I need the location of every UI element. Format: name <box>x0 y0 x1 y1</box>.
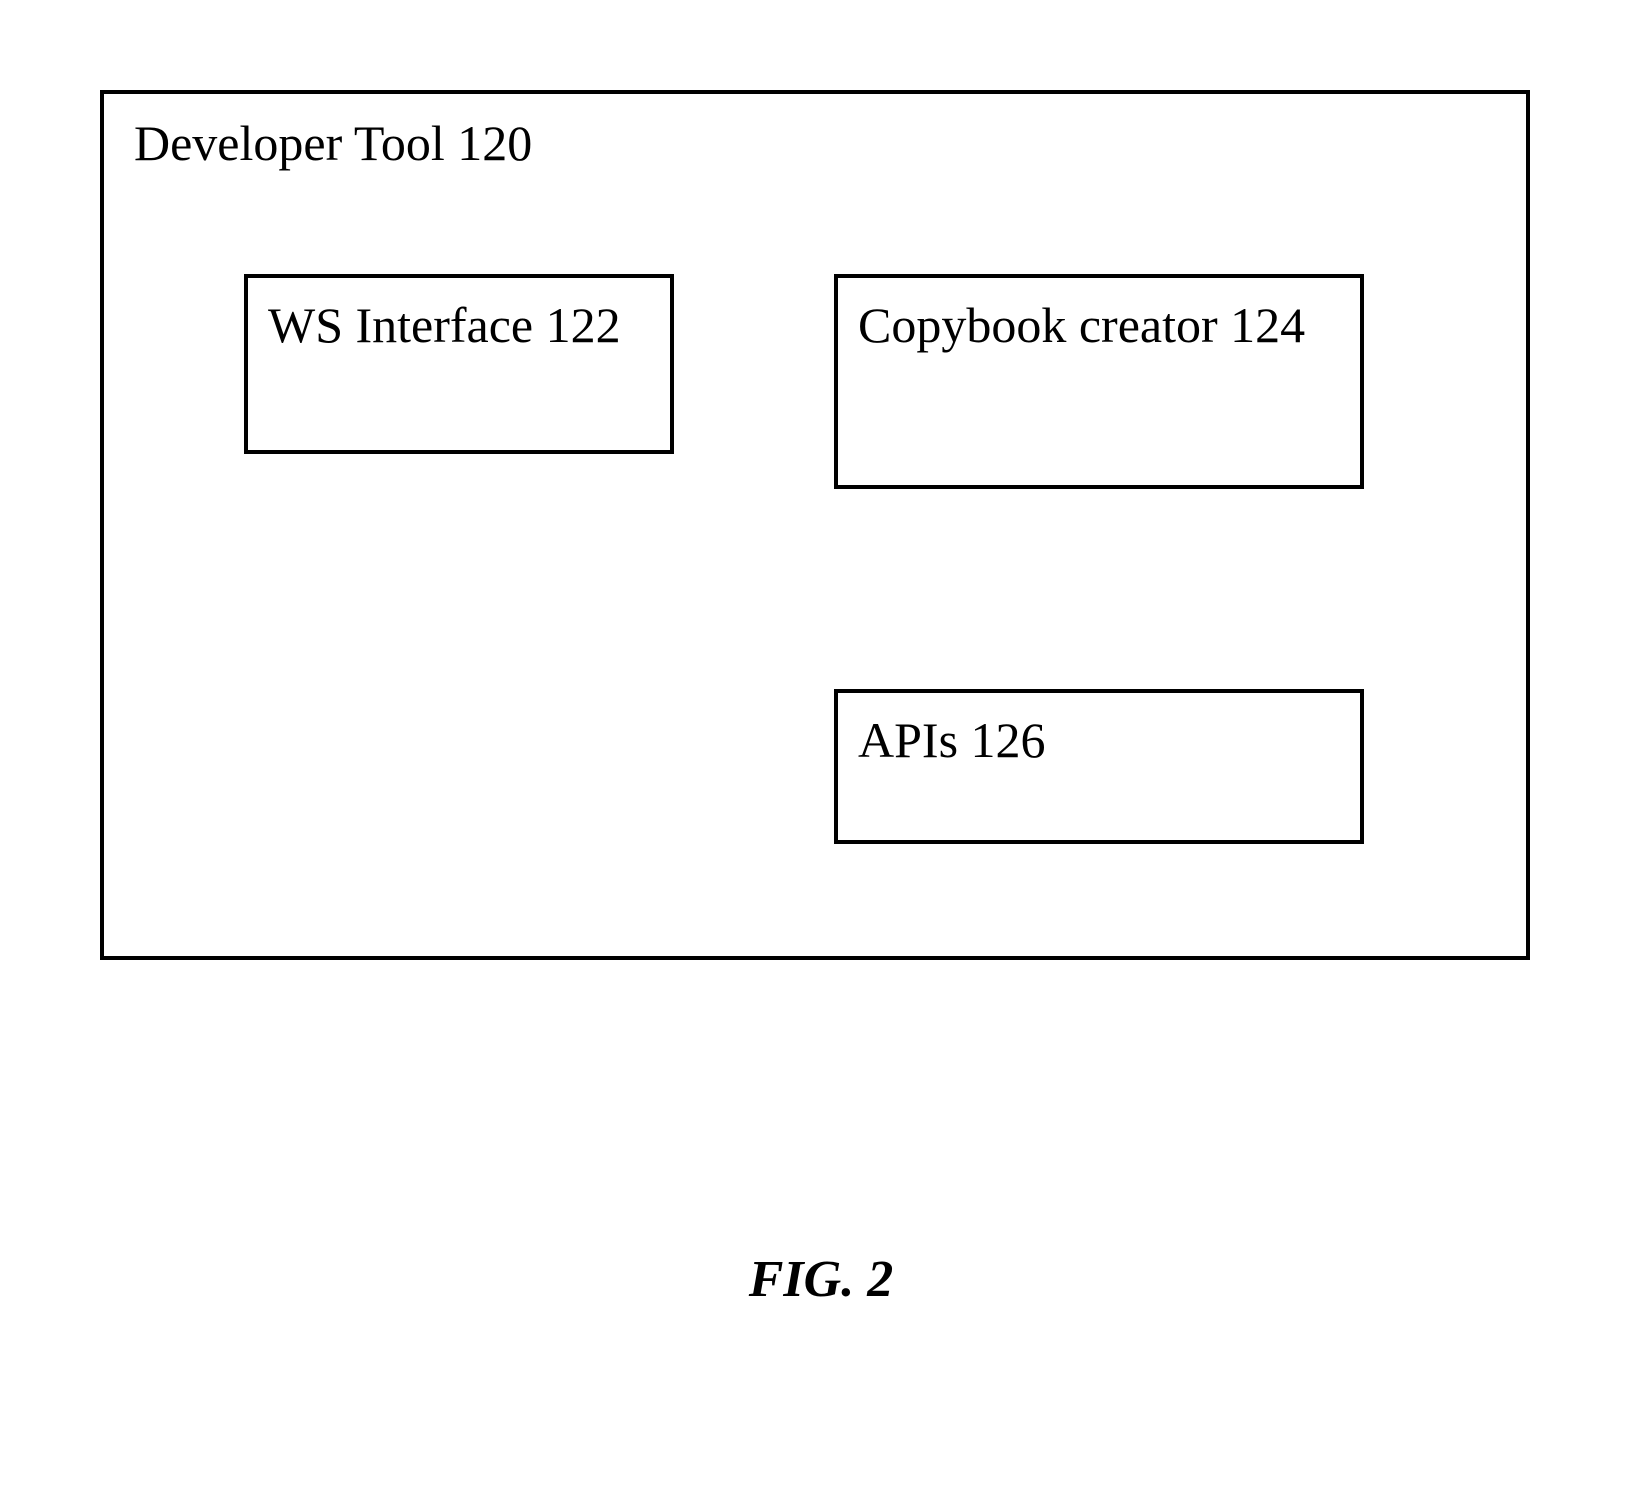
apis-box: APIs 126 <box>834 689 1364 844</box>
copybook-creator-label: Copybook creator 124 <box>858 297 1305 353</box>
apis-label: APIs 126 <box>858 712 1046 768</box>
copybook-creator-box: Copybook creator 124 <box>834 274 1364 489</box>
container-title: Developer Tool 120 <box>134 114 532 172</box>
developer-tool-container: Developer Tool 120 WS Interface 122 Copy… <box>100 90 1530 960</box>
ws-interface-label: WS Interface 122 <box>268 297 621 353</box>
figure-caption: FIG. 2 <box>0 1250 1642 1309</box>
ws-interface-box: WS Interface 122 <box>244 274 674 454</box>
